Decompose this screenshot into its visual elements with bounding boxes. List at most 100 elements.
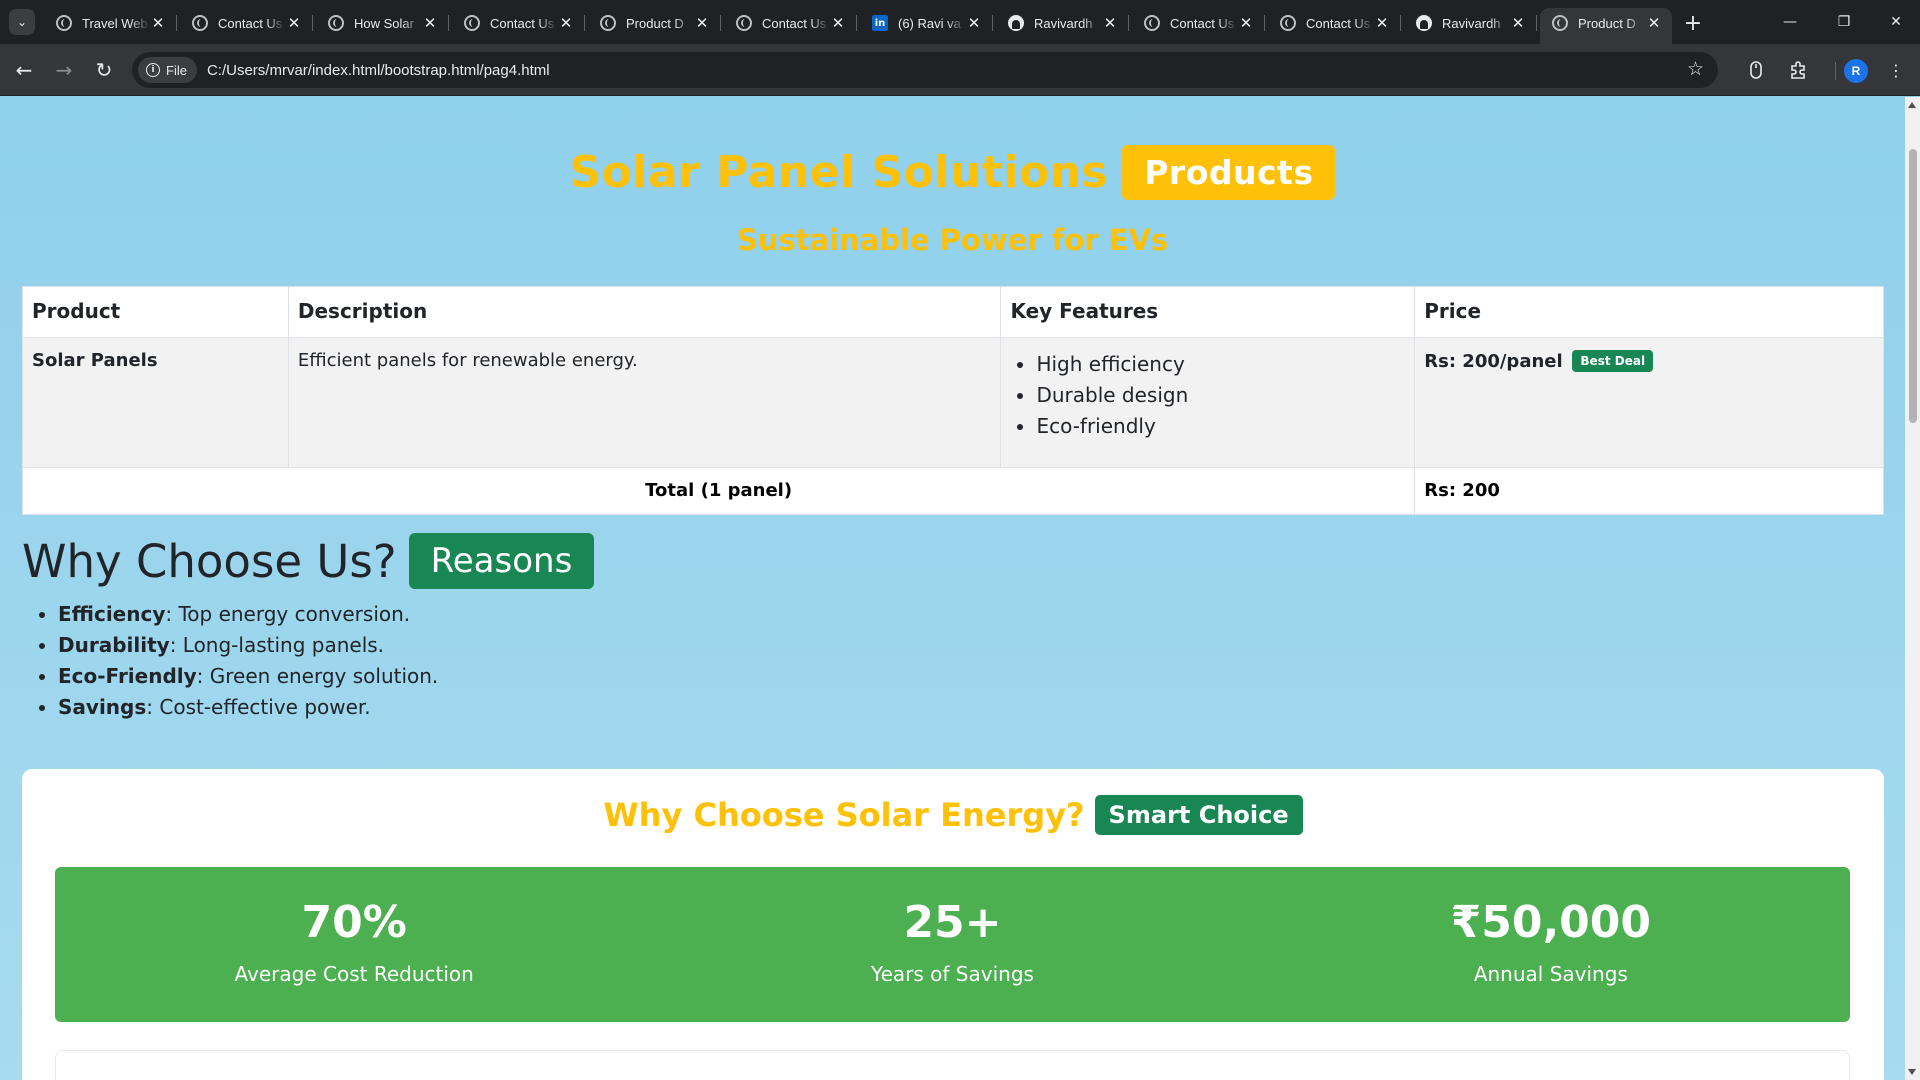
restore-icon[interactable]: ❐ — [1824, 6, 1864, 38]
browser-tab[interactable]: in (6) Ravi va ✕ — [860, 8, 993, 38]
minimize-icon[interactable]: — — [1770, 6, 1810, 38]
reasons-badge: Reasons — [408, 533, 595, 589]
total-value-cell: Rs: 200 — [1414, 467, 1884, 515]
features-cell: High efficiency Durable design Eco-frien… — [1000, 337, 1416, 468]
close-tab-icon[interactable]: ✕ — [1238, 14, 1254, 32]
stat-label: Annual Savings — [1473, 962, 1628, 986]
close-tab-icon[interactable]: ✕ — [1374, 14, 1390, 32]
browser-tab[interactable]: Contact Us ✕ — [180, 8, 313, 38]
table-header-row: Product Description Key Features Price — [22, 286, 1884, 338]
stats-banner: 70% Average Cost Reduction 25+ Years of … — [55, 867, 1850, 1022]
scroll-down-arrow-icon[interactable] — [1908, 1069, 1916, 1075]
scroll-up-arrow-icon[interactable] — [1908, 102, 1916, 108]
info-icon: i — [146, 63, 160, 77]
solar-benefits-card: Why Choose Solar Energy? Smart Choice 70… — [22, 769, 1884, 1080]
why-choose-heading: Why Choose Us? Reasons — [22, 533, 595, 589]
stat-value: ₹50,000 — [1450, 897, 1652, 948]
column-header: Key Features — [1000, 286, 1416, 338]
browser-tab-bar: ⌄ Travel Web ✕ Contact Us ✕ How Solar ✕ … — [0, 0, 1920, 44]
stat-label: Years of Savings — [871, 962, 1034, 986]
list-item: High efficiency — [1036, 349, 1405, 380]
browser-tab[interactable]: Contact Us ✕ — [724, 8, 857, 38]
product-name-cell: Solar Panels — [22, 337, 289, 468]
stat-item: ₹50,000 Annual Savings — [1252, 867, 1850, 1022]
stat-item: 70% Average Cost Reduction — [55, 867, 653, 1022]
globe-icon — [328, 15, 344, 31]
globe-icon — [464, 15, 480, 31]
close-tab-icon[interactable]: ✕ — [150, 14, 166, 32]
globe-icon — [1552, 15, 1568, 31]
stat-item: 25+ Years of Savings — [653, 867, 1251, 1022]
close-tab-icon[interactable]: ✕ — [1510, 14, 1526, 32]
browser-tab[interactable]: How Solar ✕ — [316, 8, 449, 38]
globe-icon — [192, 15, 208, 31]
browser-tab[interactable]: Product D ✕ — [588, 8, 721, 38]
close-tab-icon[interactable]: ✕ — [694, 14, 710, 32]
url-text[interactable]: C:/Users/mrvar/index.html/bootstrap.html… — [207, 62, 550, 79]
globe-icon — [56, 15, 72, 31]
list-item: Durability: Long-lasting panels. — [58, 630, 438, 661]
site-info-chip[interactable]: i File — [138, 57, 197, 83]
back-arrow-icon[interactable]: ← — [10, 56, 38, 84]
description-cell: Efficient panels for renewable energy. — [287, 337, 1002, 468]
column-header: Product — [22, 286, 289, 338]
address-bar[interactable]: i File C:/Users/mrvar/index.html/bootstr… — [132, 52, 1718, 88]
close-tab-icon[interactable]: ✕ — [830, 14, 846, 32]
browser-tab-active[interactable]: Product D ✕ — [1540, 8, 1672, 44]
browser-tab[interactable]: Contact Us ✕ — [452, 8, 585, 38]
page-heading: Solar Panel Solutions Products — [0, 145, 1905, 200]
why-choose-title: Why Choose Us? — [22, 534, 397, 588]
tab-search-button[interactable]: ⌄ — [9, 9, 35, 35]
browser-tab[interactable]: Contact Us ✕ — [1132, 8, 1265, 38]
table-total-row: Total (1 panel) Rs: 200 — [21, 467, 1884, 515]
total-label-cell: Total (1 panel) — [21, 467, 1416, 515]
reasons-list: Efficiency: Top energy conversion. Durab… — [58, 599, 438, 723]
best-deal-badge: Best Deal — [1572, 350, 1654, 372]
kebab-menu-icon[interactable]: ⋮ — [1882, 56, 1910, 84]
features-list: High efficiency Durable design Eco-frien… — [1036, 349, 1405, 442]
extensions-puzzle-icon[interactable] — [1784, 56, 1812, 84]
smart-choice-badge: Smart Choice — [1094, 795, 1303, 835]
page-viewport: Solar Panel Solutions Products Sustainab… — [0, 97, 1905, 1080]
close-tab-icon[interactable]: ✕ — [1646, 14, 1662, 32]
browser-tab[interactable]: Contact Us ✕ — [1268, 8, 1401, 38]
page-subtitle: Sustainable Power for EVs — [736, 223, 1169, 257]
browser-tab[interactable]: Ravivardh ✕ — [996, 8, 1129, 38]
new-tab-button[interactable]: + — [1680, 10, 1706, 36]
mouse-extension-icon[interactable] — [1742, 56, 1770, 84]
github-icon — [1416, 15, 1432, 31]
github-icon — [1008, 15, 1024, 31]
column-header: Price — [1414, 286, 1884, 338]
list-item: Efficiency: Top energy conversion. — [58, 599, 438, 630]
price-text: Rs: 200/panel — [1424, 351, 1563, 372]
list-item: Savings: Cost-effective power. — [58, 692, 438, 723]
linkedin-icon: in — [872, 15, 888, 31]
browser-toolbar: ← → ↻ i File C:/Users/mrvar/index.html/b… — [0, 44, 1920, 96]
product-table: Product Description Key Features Price S… — [21, 286, 1884, 515]
reload-icon[interactable]: ↻ — [90, 56, 118, 84]
vertical-scrollbar[interactable] — [1905, 97, 1920, 1080]
close-tab-icon[interactable]: ✕ — [558, 14, 574, 32]
close-window-icon[interactable]: ✕ — [1876, 6, 1916, 38]
stat-label: Average Cost Reduction — [234, 962, 474, 986]
products-badge: Products — [1122, 145, 1336, 200]
globe-icon — [1280, 15, 1296, 31]
browser-tab[interactable]: Travel Web ✕ — [44, 8, 177, 38]
close-tab-icon[interactable]: ✕ — [422, 14, 438, 32]
next-section-card — [55, 1050, 1850, 1080]
stat-value: 70% — [301, 897, 407, 948]
scrollbar-thumb[interactable] — [1909, 149, 1917, 423]
bookmark-star-icon[interactable]: ☆ — [1687, 58, 1704, 80]
list-item: Durable design — [1036, 380, 1405, 411]
browser-tab[interactable]: Ravivardh ✕ — [1404, 8, 1537, 38]
close-tab-icon[interactable]: ✕ — [1102, 14, 1118, 32]
profile-avatar[interactable]: R — [1844, 59, 1868, 83]
page-title: Solar Panel Solutions — [569, 147, 1109, 198]
globe-icon — [736, 15, 752, 31]
globe-icon — [600, 15, 616, 31]
close-tab-icon[interactable]: ✕ — [966, 14, 982, 32]
stat-value: 25+ — [903, 897, 1002, 948]
close-tab-icon[interactable]: ✕ — [286, 14, 302, 32]
list-item: Eco-Friendly: Green energy solution. — [58, 661, 438, 692]
forward-arrow-icon[interactable]: → — [50, 56, 78, 84]
